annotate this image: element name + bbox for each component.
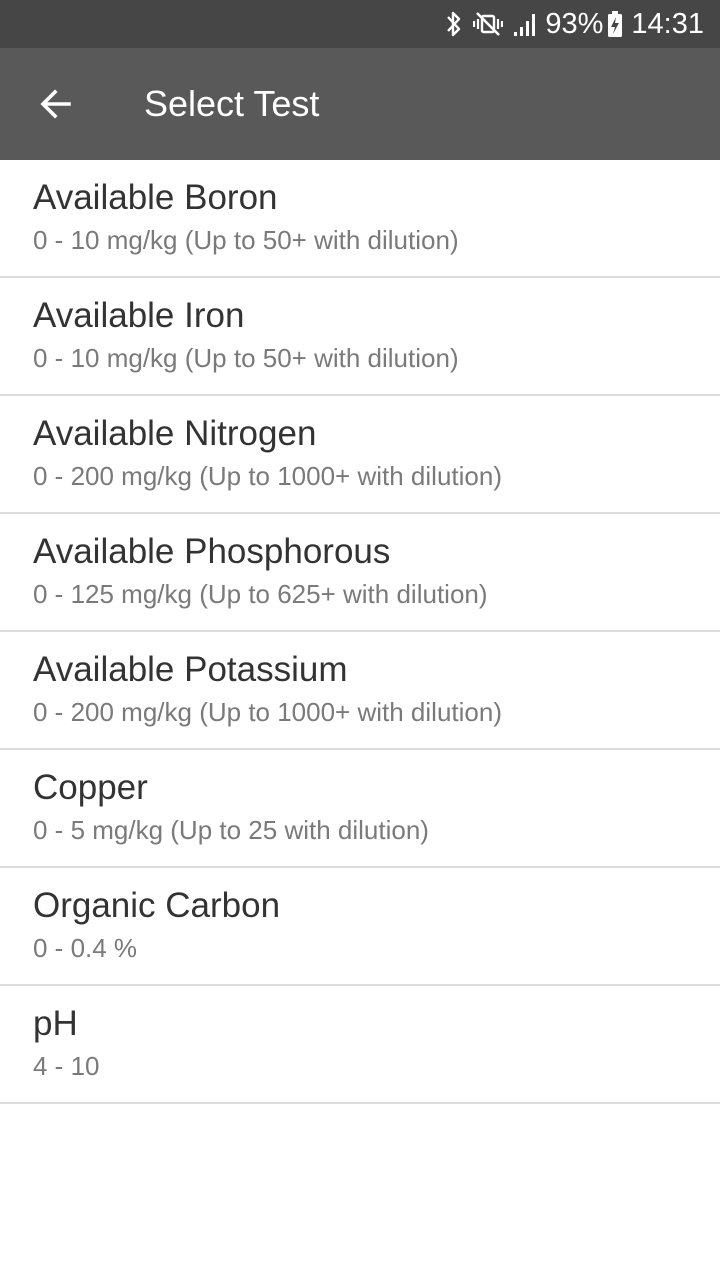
test-name: Copper xyxy=(33,768,148,807)
test-name: Available Boron xyxy=(33,178,278,217)
test-range: 0 - 10 mg/kg (Up to 50+ with dilution) xyxy=(33,343,459,373)
test-name: Organic Carbon xyxy=(33,886,281,925)
status-bar: 93% 14:31 xyxy=(0,0,720,48)
test-range: 0 - 200 mg/kg (Up to 1000+ with dilution… xyxy=(33,697,502,727)
list-item-available-potassium[interactable]: Available Potassium 0 - 200 mg/kg (Up to… xyxy=(0,632,720,750)
list-item-available-iron[interactable]: Available Iron 0 - 10 mg/kg (Up to 50+ w… xyxy=(0,278,720,396)
test-range: 0 - 5 mg/kg (Up to 25 with dilution) xyxy=(33,815,429,845)
arrow-left-icon xyxy=(38,86,74,122)
test-name: Available Phosphorous xyxy=(33,532,391,571)
list-item-available-boron[interactable]: Available Boron 0 - 10 mg/kg (Up to 50+ … xyxy=(0,160,720,278)
page-title: Select Test xyxy=(144,83,320,124)
app-bar: Select Test xyxy=(0,48,720,160)
test-name: Available Nitrogen xyxy=(33,414,317,453)
battery-percent: 93% xyxy=(545,7,604,40)
battery-charging-icon xyxy=(607,10,623,38)
test-range: 0 - 125 mg/kg (Up to 625+ with dilution) xyxy=(33,579,488,609)
test-list: Available Boron 0 - 10 mg/kg (Up to 50+ … xyxy=(0,160,720,1104)
vibrate-mute-icon xyxy=(473,10,504,38)
test-range: 0 - 0.4 % xyxy=(33,933,138,963)
test-name: Available Potassium xyxy=(33,650,348,689)
clock: 14:31 xyxy=(631,7,704,40)
test-name: pH xyxy=(33,1004,78,1043)
list-item-copper[interactable]: Copper 0 - 5 mg/kg (Up to 25 with diluti… xyxy=(0,750,720,868)
list-item-available-nitrogen[interactable]: Available Nitrogen 0 - 200 mg/kg (Up to … xyxy=(0,396,720,514)
back-button[interactable] xyxy=(24,72,88,136)
list-item-organic-carbon[interactable]: Organic Carbon 0 - 0.4 % xyxy=(0,868,720,986)
test-range: 4 - 10 xyxy=(33,1051,100,1081)
list-item-available-phosphorous[interactable]: Available Phosphorous 0 - 125 mg/kg (Up … xyxy=(0,514,720,632)
bluetooth-icon xyxy=(445,10,463,38)
signal-icon xyxy=(513,10,539,38)
test-range: 0 - 10 mg/kg (Up to 50+ with dilution) xyxy=(33,225,459,255)
test-range: 0 - 200 mg/kg (Up to 1000+ with dilution… xyxy=(33,461,502,491)
test-name: Available Iron xyxy=(33,296,245,335)
list-item-ph[interactable]: pH 4 - 10 xyxy=(0,986,720,1104)
